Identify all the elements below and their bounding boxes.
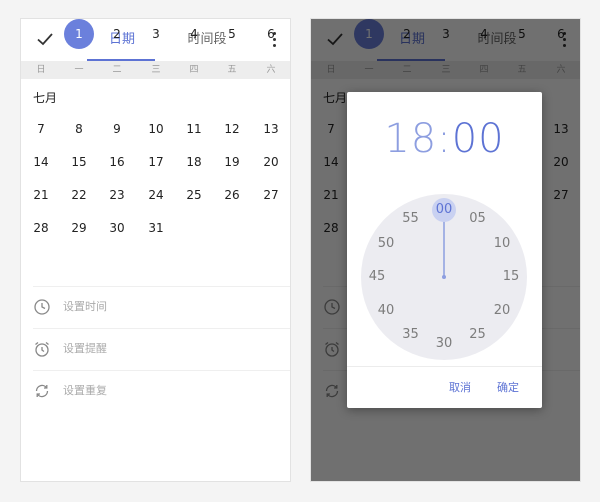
option-repeat[interactable]: 设置重复 — [21, 370, 290, 412]
option-clock[interactable]: 设置时间 — [21, 286, 290, 328]
calendar-day[interactable]: 17 — [141, 147, 171, 177]
repeat-icon — [33, 382, 51, 400]
weekday-label: 一 — [74, 65, 84, 75]
ok-button[interactable]: 确定 — [497, 379, 519, 395]
dial-mark[interactable]: 25 — [464, 325, 492, 345]
calendar-day[interactable]: 3 — [141, 19, 171, 49]
calendar-day[interactable]: 13 — [256, 114, 286, 144]
calendar-day[interactable]: 31 — [141, 213, 171, 243]
dial-mark[interactable]: 55 — [397, 209, 425, 229]
dial-mark[interactable]: 50 — [372, 234, 400, 254]
calendar-day[interactable]: 28 — [26, 213, 56, 243]
calendar-day[interactable]: 21 — [26, 180, 56, 210]
weekday-label: 日 — [36, 65, 46, 75]
weekday-label: 三 — [151, 65, 161, 75]
calendar-day[interactable]: 7 — [26, 114, 56, 144]
cancel-button[interactable]: 取消 — [449, 379, 471, 395]
dial-mark[interactable]: 10 — [488, 234, 516, 254]
weekday-label: 六 — [266, 65, 276, 75]
calendar-day[interactable]: 6 — [256, 19, 286, 49]
month-label: 七月 — [33, 91, 58, 105]
dial-mark[interactable]: 05 — [464, 209, 492, 229]
calendar-day[interactable]: 15 — [64, 147, 94, 177]
minute-display[interactable]: 00 — [452, 116, 505, 162]
clock-icon — [33, 298, 51, 316]
calendar-day[interactable]: 5 — [217, 19, 247, 49]
dial-mark[interactable]: 35 — [397, 325, 425, 345]
option-label: 设置重复 — [63, 384, 107, 397]
option-label: 设置提醒 — [63, 342, 107, 355]
selected-day[interactable]: 1 — [64, 19, 94, 49]
calendar-day[interactable]: 18 — [179, 147, 209, 177]
weekday-header: 日一二三四五六 — [21, 61, 290, 79]
weekday-label: 四 — [189, 65, 199, 75]
calendar-day[interactable]: 26 — [217, 180, 247, 210]
time-picker-dialog: 18:00 00 05 10 15 20 25 30 35 40 45 50 55 取消 确定 — [347, 92, 542, 408]
calendar-day[interactable]: 27 — [256, 180, 286, 210]
alarm-icon — [33, 340, 51, 358]
calendar-day[interactable]: 23 — [102, 180, 132, 210]
dial-mark[interactable]: 45 — [363, 267, 391, 287]
calendar-day[interactable]: 30 — [102, 213, 132, 243]
calendar-day[interactable]: 10 — [141, 114, 171, 144]
weekday-label: 二 — [112, 65, 122, 75]
dial-mark[interactable]: 40 — [372, 301, 400, 321]
dial-mark[interactable]: 00 — [430, 200, 458, 220]
calendar-day[interactable]: 20 — [256, 147, 286, 177]
calendar-day[interactable]: 9 — [102, 114, 132, 144]
calendar-day[interactable]: 11 — [179, 114, 209, 144]
calendar-day[interactable]: 19 — [217, 147, 247, 177]
calendar-day[interactable]: 4 — [179, 19, 209, 49]
calendar-day[interactable]: 12 — [217, 114, 247, 144]
calendar-day[interactable]: 25 — [179, 180, 209, 210]
check-icon[interactable] — [34, 28, 56, 50]
calendar-day[interactable]: 22 — [64, 180, 94, 210]
option-alarm[interactable]: 设置提醒 — [21, 328, 290, 370]
calendar-day[interactable]: 2 — [102, 19, 132, 49]
weekday-label: 五 — [227, 65, 237, 75]
calendar-day[interactable]: 16 — [102, 147, 132, 177]
calendar-day[interactable]: 24 — [141, 180, 171, 210]
time-separator: : — [437, 116, 452, 162]
calendar-day[interactable]: 29 — [64, 213, 94, 243]
calendar-day[interactable]: 8 — [64, 114, 94, 144]
calendar-screen: 日期 时间段 日一二三四五六 七月 1 2 3 4 5 6 7 8 9 10 11 12 13 14 15 1… — [20, 18, 291, 482]
dial-mark[interactable]: 20 — [488, 301, 516, 321]
dialog-divider — [347, 366, 542, 367]
dial-mark[interactable]: 15 — [497, 267, 525, 287]
minute-dial[interactable]: 00 05 10 15 20 25 30 35 40 45 50 55 — [361, 194, 527, 360]
dial-mark[interactable]: 30 — [430, 334, 458, 354]
time-display: 18:00 — [347, 116, 542, 162]
option-label: 设置时间 — [63, 300, 107, 313]
calendar-day[interactable]: 14 — [26, 147, 56, 177]
hour-display[interactable]: 18 — [384, 116, 437, 162]
